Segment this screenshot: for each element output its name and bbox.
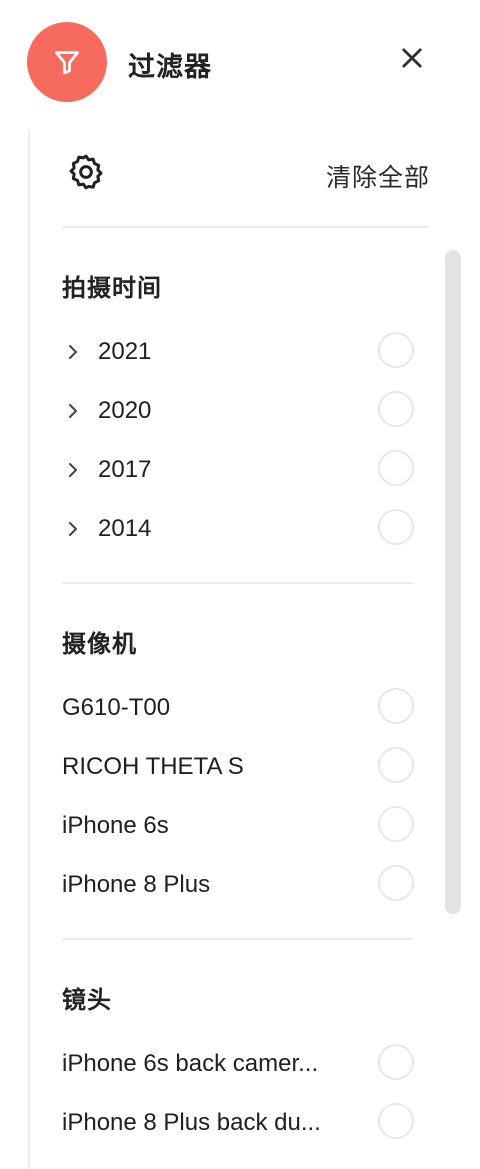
close-icon — [398, 44, 426, 77]
divider — [62, 226, 430, 228]
radio-unchecked-icon[interactable] — [378, 391, 414, 427]
item-label: 2017 — [98, 456, 152, 483]
radio-unchecked-icon[interactable] — [378, 688, 414, 724]
section-lens: 镜头 iPhone 6s back camer... iPhone 8 Plus… — [62, 976, 414, 1166]
list-item[interactable]: iPhone 6s back camer... — [62, 1042, 414, 1086]
item-label: RICOH THETA S — [62, 753, 244, 780]
list-item[interactable]: iPhone 8 Plus back du... — [62, 1101, 414, 1145]
item-label: iPhone 6s back camer... — [62, 1050, 319, 1077]
section-title: 摄像机 — [62, 631, 137, 658]
divider — [62, 582, 414, 584]
panel-title: 过滤器 — [128, 52, 212, 82]
list-item[interactable]: RICOH THETA S — [62, 745, 414, 789]
filter-panel: 过滤器 清除全部 拍摄时间 2021 2020 2017 2014 摄像机 G6… — [0, 0, 480, 1169]
settings-button[interactable] — [64, 152, 108, 196]
panel-header: 过滤器 — [0, 0, 480, 120]
item-label: iPhone 8 Plus — [62, 871, 211, 898]
section-title: 拍摄时间 — [62, 275, 162, 302]
section-camera: 摄像机 G610-T00 RICOH THETA S iPhone 6s iPh… — [62, 618, 414, 978]
item-label: G610-T00 — [62, 694, 171, 721]
filter-toolbar: 清除全部 — [30, 130, 480, 228]
chevron-right-icon[interactable] — [66, 401, 86, 421]
list-item[interactable]: iPhone 8 Plus — [62, 863, 414, 907]
item-label: iPhone 8 Plus back du... — [62, 1109, 321, 1136]
list-item[interactable]: 2017 — [62, 448, 414, 492]
list-item[interactable]: G610-T00 — [62, 686, 414, 730]
section-capture-time: 拍摄时间 2021 2020 2017 2014 — [62, 262, 414, 622]
list-item[interactable]: 2021 — [62, 330, 414, 374]
radio-unchecked-icon[interactable] — [378, 747, 414, 783]
chevron-right-icon[interactable] — [66, 342, 86, 362]
item-label: 2014 — [98, 515, 152, 542]
item-label: 2020 — [98, 397, 152, 424]
radio-unchecked-icon[interactable] — [378, 865, 414, 901]
radio-unchecked-icon[interactable] — [378, 806, 414, 842]
section-title: 镜头 — [62, 987, 112, 1014]
radio-unchecked-icon[interactable] — [378, 1044, 414, 1080]
gear-icon — [66, 152, 106, 197]
scrollbar[interactable] — [445, 250, 461, 914]
chevron-right-icon[interactable] — [66, 519, 86, 539]
radio-unchecked-icon[interactable] — [378, 332, 414, 368]
item-label: iPhone 6s — [62, 812, 169, 839]
list-item[interactable]: 2020 — [62, 389, 414, 433]
radio-unchecked-icon[interactable] — [378, 1103, 414, 1139]
radio-unchecked-icon[interactable] — [378, 450, 414, 486]
list-item[interactable]: 2014 — [62, 507, 414, 551]
filter-icon — [27, 22, 107, 102]
radio-unchecked-icon[interactable] — [378, 509, 414, 545]
chevron-right-icon[interactable] — [66, 460, 86, 480]
item-label: 2021 — [98, 338, 152, 365]
divider — [62, 938, 414, 940]
clear-all-button[interactable]: 清除全部 — [326, 158, 430, 194]
close-button[interactable] — [392, 40, 432, 80]
filter-body: 清除全部 拍摄时间 2021 2020 2017 2014 摄像机 G610-T… — [28, 130, 480, 1169]
list-item[interactable]: iPhone 6s — [62, 804, 414, 848]
